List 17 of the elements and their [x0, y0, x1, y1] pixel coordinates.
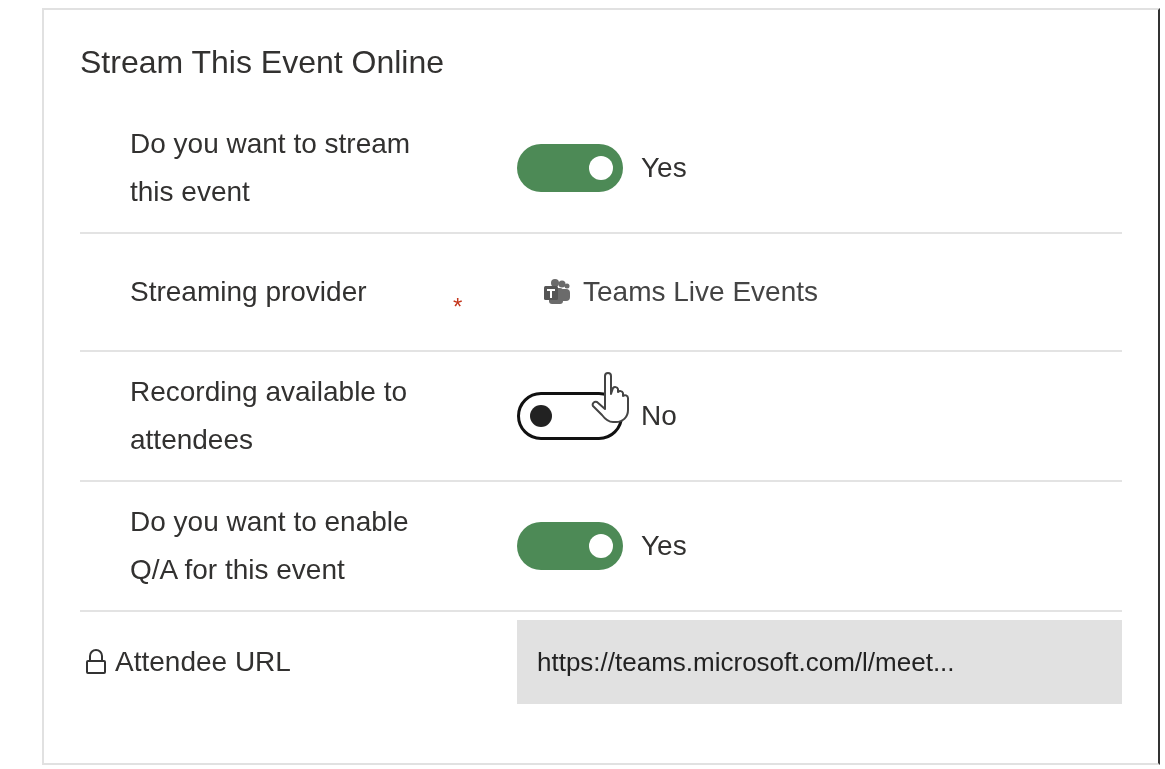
toggle-switch[interactable] [517, 144, 623, 192]
field-label: Do you want to stream this event [130, 127, 412, 209]
required-mark: * [453, 292, 463, 322]
toggle-switch[interactable] [517, 522, 623, 570]
toggle-state-text: No [641, 399, 677, 433]
provider-value[interactable]: Teams Live Events [543, 271, 818, 313]
toggle-state-text: Yes [641, 151, 687, 185]
hand-cursor-icon [591, 372, 631, 426]
field-label: Streaming provider [130, 275, 368, 309]
lock-icon [85, 649, 107, 675]
section-title: Stream This Event Online [80, 43, 444, 82]
url-field[interactable]: https://teams.microsoft.com/l/meet... [517, 620, 1122, 704]
toggle-state-text: Yes [641, 529, 687, 563]
teams-icon [543, 278, 571, 306]
field-label: Recording available to attendees [130, 375, 409, 457]
field-label: Attendee URL [115, 645, 291, 679]
field-label: Do you want to enable Q/A for this event [130, 505, 410, 587]
